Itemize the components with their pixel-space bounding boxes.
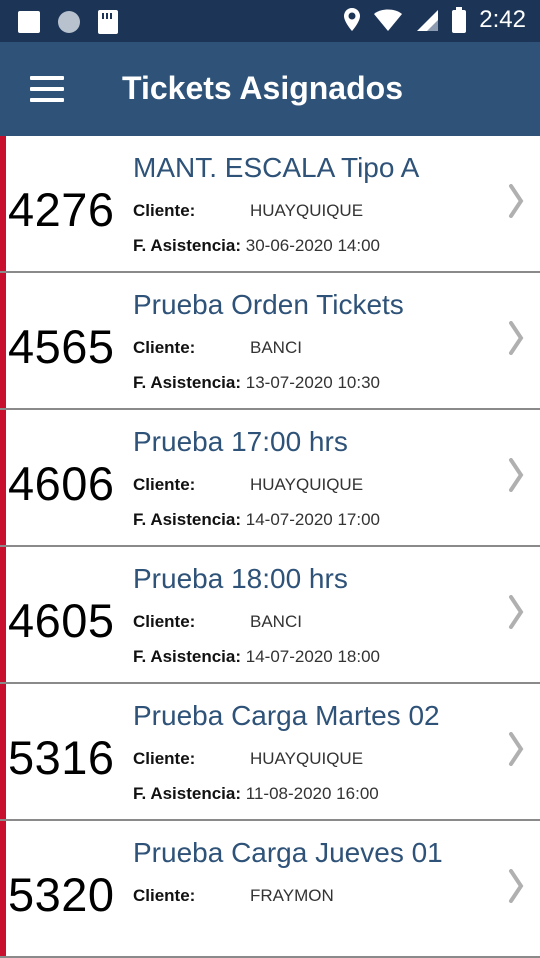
ticket-item[interactable]: 5320 Prueba Carga Jueves 01 Cliente: FRA… bbox=[0, 821, 540, 958]
date-value: 30-06-2020 14:00 bbox=[245, 236, 380, 255]
ticket-item[interactable]: 4565 Prueba Orden Tickets Cliente: BANCI… bbox=[0, 273, 540, 410]
sd-card-icon bbox=[98, 10, 118, 34]
client-value: BANCI bbox=[250, 338, 302, 357]
ticket-title: Prueba 17:00 hrs bbox=[133, 426, 348, 457]
ticket-title: Prueba Carga Martes 02 bbox=[133, 700, 440, 731]
client-row: Cliente: FRAYMON bbox=[133, 886, 334, 906]
priority-bar bbox=[0, 410, 6, 545]
ticket-item[interactable]: 4606 Prueba 17:00 hrs Cliente: HUAYQUIQU… bbox=[0, 410, 540, 547]
location-icon bbox=[344, 8, 361, 31]
ticket-item[interactable]: 4276 MANT. ESCALA Tipo A Cliente: HUAYQU… bbox=[0, 136, 540, 273]
system-icons: 2:42 bbox=[343, 6, 526, 34]
priority-bar bbox=[0, 273, 6, 408]
ticket-title: Prueba Orden Tickets bbox=[133, 289, 404, 320]
date-row: F. Asistencia: 13-07-2020 10:30 bbox=[133, 373, 380, 393]
date-label: F. Asistencia: bbox=[133, 784, 242, 803]
date-label: F. Asistencia: bbox=[133, 510, 242, 529]
client-label: Cliente: bbox=[133, 612, 196, 631]
ticket-title: Prueba Carga Jueves 01 bbox=[133, 837, 443, 868]
notification-icons bbox=[18, 10, 118, 34]
chevron-right-icon bbox=[509, 184, 524, 218]
hamburger-menu-icon[interactable] bbox=[30, 76, 64, 102]
clock: 2:42 bbox=[479, 6, 526, 33]
wifi-icon bbox=[374, 9, 403, 31]
date-value: 14-07-2020 17:00 bbox=[245, 510, 380, 529]
client-value: HUAYQUIQUE bbox=[250, 201, 364, 220]
battery-icon bbox=[452, 7, 467, 33]
date-value: 13-07-2020 10:30 bbox=[245, 373, 380, 392]
ticket-title: Prueba 18:00 hrs bbox=[133, 563, 348, 594]
date-value: 14-07-2020 18:00 bbox=[245, 647, 380, 666]
priority-bar bbox=[0, 821, 6, 956]
client-row: Cliente: HUAYQUIQUE bbox=[133, 749, 363, 769]
chevron-right-icon bbox=[509, 321, 524, 355]
signal-icon bbox=[417, 10, 439, 31]
client-row: Cliente: BANCI bbox=[133, 338, 302, 358]
ticket-title: MANT. ESCALA Tipo A bbox=[133, 152, 420, 183]
client-value: HUAYQUIQUE bbox=[250, 475, 364, 494]
stop-icon bbox=[18, 11, 40, 33]
chevron-right-icon bbox=[509, 458, 524, 492]
ticket-number: 4606 bbox=[8, 457, 115, 510]
chevron-right-icon bbox=[509, 732, 524, 766]
client-label: Cliente: bbox=[133, 475, 196, 494]
ticket-number: 4565 bbox=[8, 320, 115, 373]
record-icon bbox=[58, 11, 80, 33]
chevron-right-icon bbox=[509, 869, 524, 903]
client-label: Cliente: bbox=[133, 201, 196, 220]
status-bar: 2:42 bbox=[0, 0, 540, 42]
client-label: Cliente: bbox=[133, 886, 196, 905]
client-row: Cliente: BANCI bbox=[133, 612, 302, 632]
date-label: F. Asistencia: bbox=[133, 647, 242, 666]
date-value: 11-08-2020 16:00 bbox=[245, 784, 379, 803]
priority-bar bbox=[0, 136, 6, 271]
ticket-number: 4276 bbox=[8, 183, 115, 236]
ticket-item[interactable]: 5316 Prueba Carga Martes 02 Cliente: HUA… bbox=[0, 684, 540, 821]
ticket-number: 4605 bbox=[8, 594, 115, 647]
date-row: F. Asistencia: 14-07-2020 18:00 bbox=[133, 647, 380, 667]
date-row: F. Asistencia: 11-08-2020 16:00 bbox=[133, 784, 379, 804]
client-label: Cliente: bbox=[133, 338, 196, 357]
client-row: Cliente: HUAYQUIQUE bbox=[133, 475, 363, 495]
ticket-number: 5320 bbox=[8, 868, 115, 921]
priority-bar bbox=[0, 547, 6, 682]
date-label: F. Asistencia: bbox=[133, 236, 242, 255]
chevron-right-icon bbox=[509, 595, 524, 629]
date-row: F. Asistencia: 30-06-2020 14:00 bbox=[133, 236, 380, 256]
app-bar: Tickets Asignados bbox=[0, 42, 540, 136]
ticket-number: 5316 bbox=[8, 731, 115, 784]
ticket-item[interactable]: 4605 Prueba 18:00 hrs Cliente: BANCI F. … bbox=[0, 547, 540, 684]
page-title: Tickets Asignados bbox=[122, 70, 403, 106]
priority-bar bbox=[0, 684, 6, 819]
client-value: BANCI bbox=[250, 612, 302, 631]
client-label: Cliente: bbox=[133, 749, 196, 768]
date-row: F. Asistencia: 14-07-2020 17:00 bbox=[133, 510, 380, 530]
date-label: F. Asistencia: bbox=[133, 373, 242, 392]
ticket-list: 4276 MANT. ESCALA Tipo A Cliente: HUAYQU… bbox=[0, 136, 540, 958]
client-row: Cliente: HUAYQUIQUE bbox=[133, 201, 363, 221]
client-value: HUAYQUIQUE bbox=[250, 749, 364, 768]
client-value: FRAYMON bbox=[250, 886, 334, 905]
